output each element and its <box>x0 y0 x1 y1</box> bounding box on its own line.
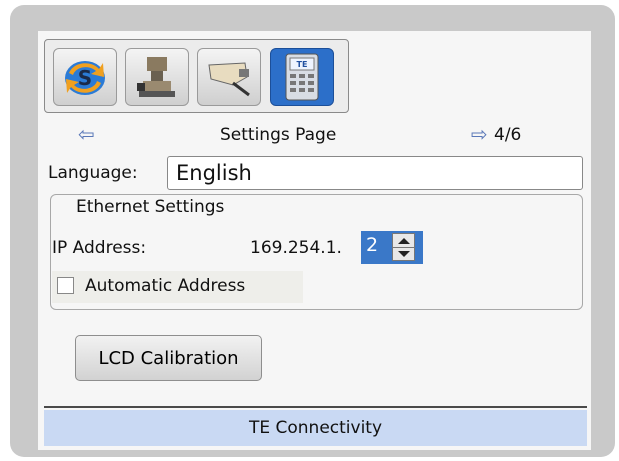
footer-text: TE Connectivity <box>248 418 383 438</box>
spinner-buttons <box>392 233 415 261</box>
svg-text:S: S <box>78 66 92 90</box>
ip-last-octet-value: 2 <box>366 234 379 256</box>
footer-divider <box>44 406 587 408</box>
spinner-up-button[interactable] <box>393 234 414 248</box>
page-indicator: 4/6 <box>494 125 522 145</box>
language-field[interactable]: English <box>167 156 583 190</box>
automatic-address-row[interactable]: Automatic Address <box>52 271 303 303</box>
machine-button[interactable] <box>125 48 189 106</box>
next-page-icon[interactable]: ⇨ <box>471 122 488 146</box>
lcd-calibration-button[interactable]: LCD Calibration <box>75 335 262 381</box>
prev-page-icon[interactable]: ⇦ <box>78 122 95 146</box>
cable-icon <box>208 62 250 97</box>
ip-address-prefix: 169.254.1. <box>250 238 342 258</box>
refresh-icon: S <box>65 61 105 95</box>
cable-button[interactable] <box>197 48 261 106</box>
refresh-button[interactable]: S <box>53 48 117 106</box>
device-settings-icon: TE <box>285 53 319 101</box>
page-title: Settings Page <box>220 125 337 145</box>
chevron-down-icon <box>397 250 410 257</box>
chevron-up-icon <box>397 237 410 244</box>
ethernet-legend: Ethernet Settings <box>64 197 237 217</box>
footer-bar: TE Connectivity <box>44 410 587 446</box>
machine-icon <box>137 57 175 97</box>
language-label: Language: <box>48 163 138 183</box>
ip-address-label: IP Address: <box>52 238 147 258</box>
svg-text:TE: TE <box>297 60 308 69</box>
spinner-down-button[interactable] <box>393 247 414 260</box>
automatic-address-checkbox[interactable] <box>57 277 74 294</box>
automatic-address-label: Automatic Address <box>85 276 246 296</box>
device-settings-button[interactable]: TE <box>270 48 334 106</box>
toolbar: S TE <box>44 39 349 113</box>
